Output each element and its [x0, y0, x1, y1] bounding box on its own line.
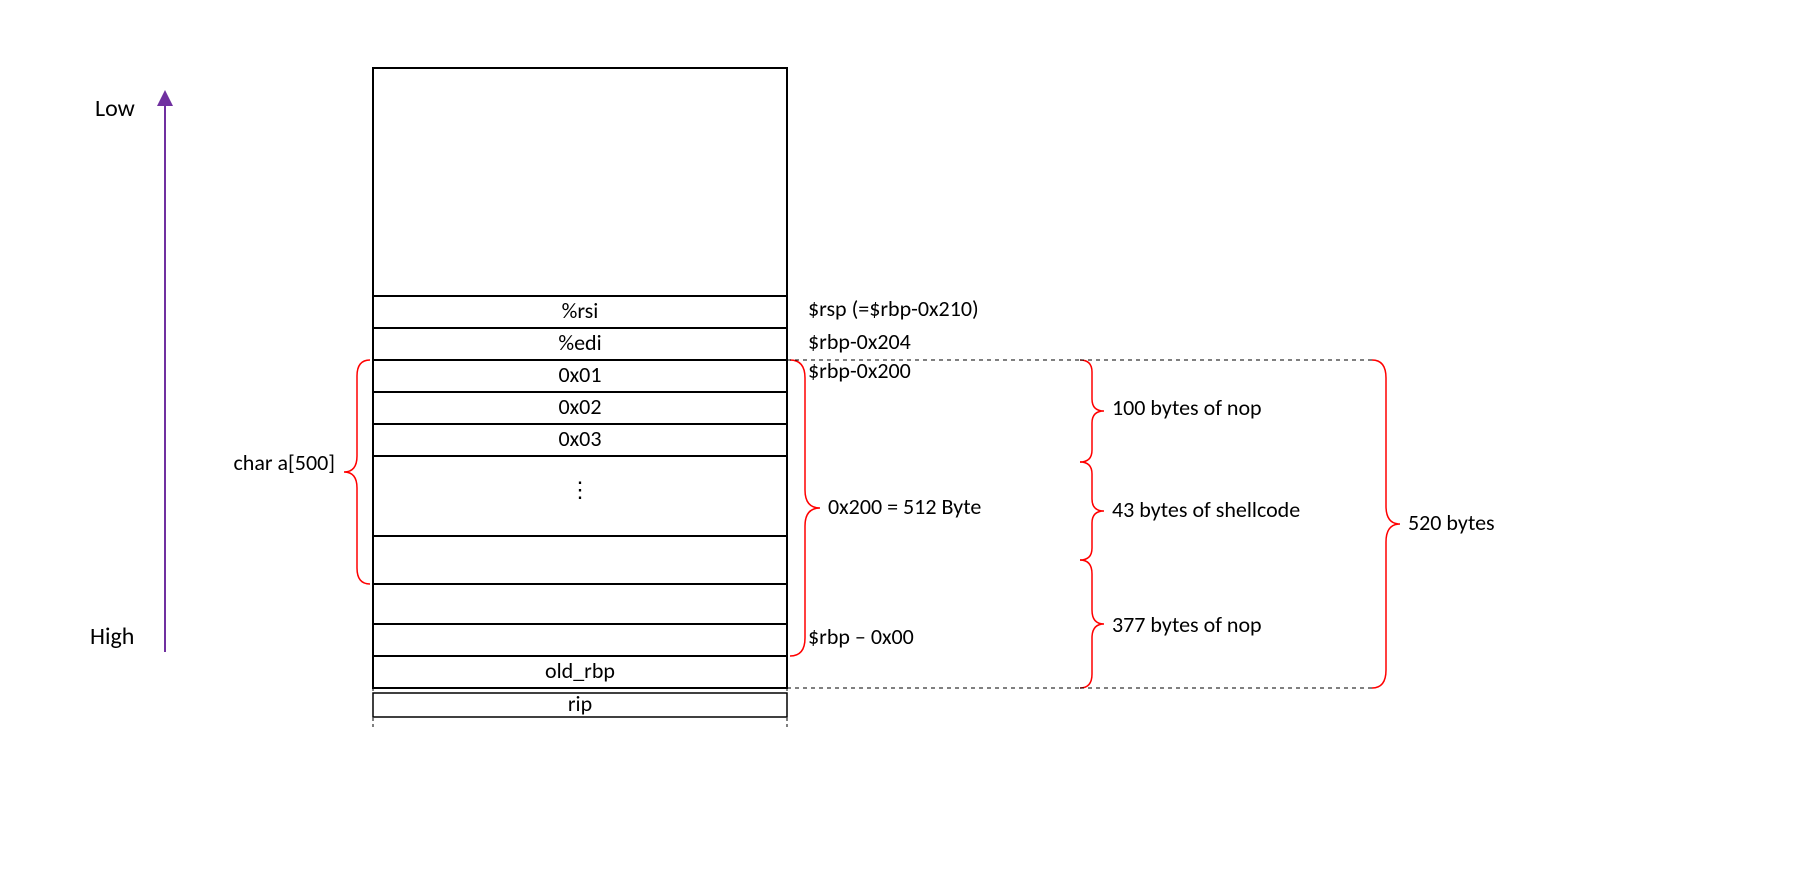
label-shell43: 43 bytes of shellcode: [1112, 496, 1300, 523]
label-nop377: 377 bytes of nop: [1112, 611, 1262, 638]
note-rbp0: $rbp – 0x00: [808, 623, 914, 650]
row-0x03-text: 0x03: [559, 425, 602, 452]
row-blank2: [373, 584, 787, 624]
row-rsi-text: %rsi: [562, 297, 599, 324]
note-rsp: $rsp (=$rbp-0x210): [808, 295, 979, 322]
row-edi-text: %edi: [558, 329, 601, 356]
note-rbp200: $rbp-0x200: [808, 357, 911, 384]
label-char-a: char a[500]: [233, 449, 335, 476]
note-rbp204: $rbp-0x204: [808, 328, 911, 355]
row-0x02-text: 0x02: [559, 393, 602, 420]
brace-520: [1372, 360, 1400, 688]
brace-shell43: [1080, 462, 1104, 560]
vdots-text: ⋮: [569, 476, 591, 503]
stack-diagram: Low High %rsi $rsp (=$rbp-0x210) %edi $r…: [0, 0, 1815, 883]
high-label: High: [90, 622, 134, 651]
label-520: 520 bytes: [1408, 509, 1495, 536]
brace-char-a: [344, 360, 370, 584]
brace-nop100: [1080, 360, 1104, 462]
row-blank3: [373, 624, 787, 656]
low-label: Low: [95, 94, 135, 123]
label-nop100: 100 bytes of nop: [1112, 394, 1262, 421]
brace-nop377: [1080, 560, 1104, 688]
label-512: 0x200 = 512 Byte: [828, 493, 981, 520]
row-rip-text: rip: [568, 690, 592, 717]
row-0x01-text: 0x01: [559, 361, 602, 388]
row-old-rbp-text: old_rbp: [545, 657, 615, 684]
row-blank1: [373, 536, 787, 584]
brace-512: [790, 360, 820, 656]
